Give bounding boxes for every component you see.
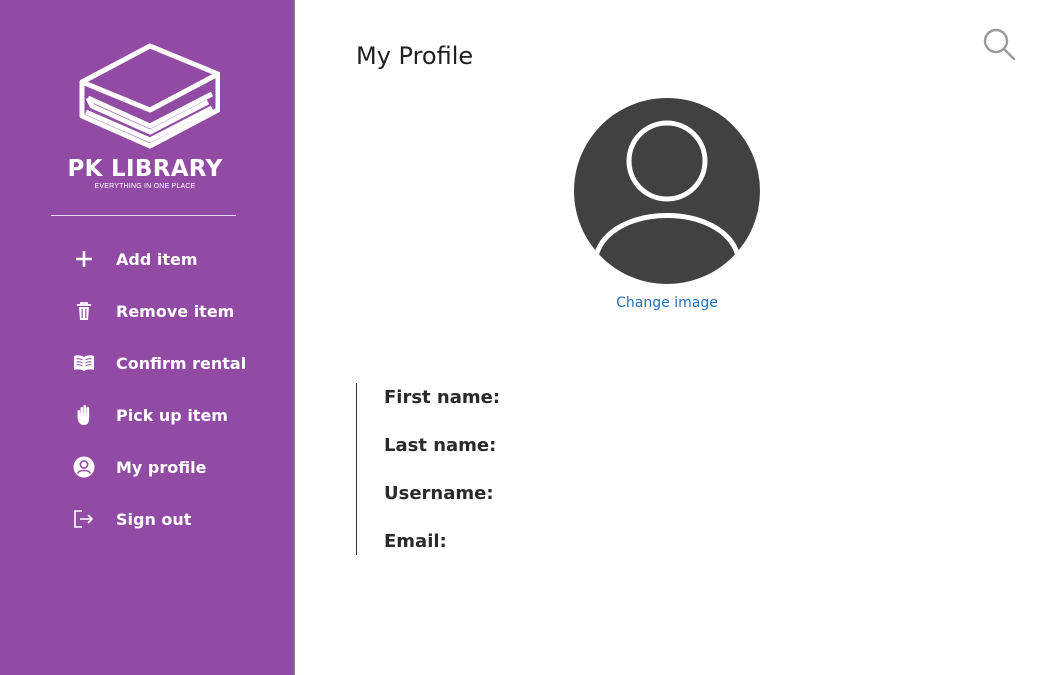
- hand-icon: [70, 401, 98, 429]
- sidebar-item-pick-up-item[interactable]: Pick up item: [70, 400, 228, 430]
- sidebar-item-label: My profile: [116, 457, 207, 477]
- brand-tagline: EVERYTHING IN ONE PLACE: [94, 183, 196, 190]
- profile-details: First name: Last name: Username: Email:: [356, 383, 757, 555]
- sidebar-item-label: Pick up item: [116, 405, 228, 425]
- change-image-link[interactable]: Change image: [560, 295, 774, 311]
- trash-icon: [70, 297, 98, 325]
- sidebar-item-label: Add item: [116, 249, 198, 269]
- open-book-icon: [70, 349, 98, 377]
- last-name-label: Last name:: [384, 435, 497, 456]
- page-title: My Profile: [356, 42, 474, 70]
- user-circle-icon: [70, 453, 98, 481]
- sidebar-item-confirm-rental[interactable]: Confirm rental: [70, 348, 246, 378]
- user-avatar-icon: [574, 98, 760, 284]
- brand-logo: PK LIBRARY EVERYTHING IN ONE PLACE: [60, 40, 230, 190]
- plus-icon: [70, 245, 98, 273]
- search-button[interactable]: [982, 27, 1016, 61]
- sidebar-item-label: Sign out: [116, 509, 192, 529]
- username-label: Username:: [384, 483, 494, 504]
- sidebar-item-label: Confirm rental: [116, 353, 247, 373]
- sidebar-item-remove-item[interactable]: Remove item: [70, 296, 234, 326]
- book-stack-icon: [79, 43, 220, 149]
- brand-name: PK LIBRARY: [67, 156, 223, 182]
- sign-out-icon: [70, 505, 98, 533]
- sidebar-item-my-profile[interactable]: My profile: [70, 452, 206, 482]
- search-icon: [983, 28, 1016, 61]
- sidebar-item-label: Remove item: [116, 301, 235, 321]
- sidebar-item-add-item[interactable]: Add item: [70, 244, 198, 274]
- app-window: PK LIBRARY EVERYTHING IN ONE PLACE Add i…: [0, 0, 1050, 675]
- sidebar-divider: [51, 215, 236, 216]
- first-name-label: First name:: [384, 387, 501, 408]
- email-label: Email:: [384, 531, 447, 552]
- sidebar-item-sign-out[interactable]: Sign out: [70, 504, 191, 534]
- sidebar: PK LIBRARY EVERYTHING IN ONE PLACE Add i…: [0, 0, 295, 675]
